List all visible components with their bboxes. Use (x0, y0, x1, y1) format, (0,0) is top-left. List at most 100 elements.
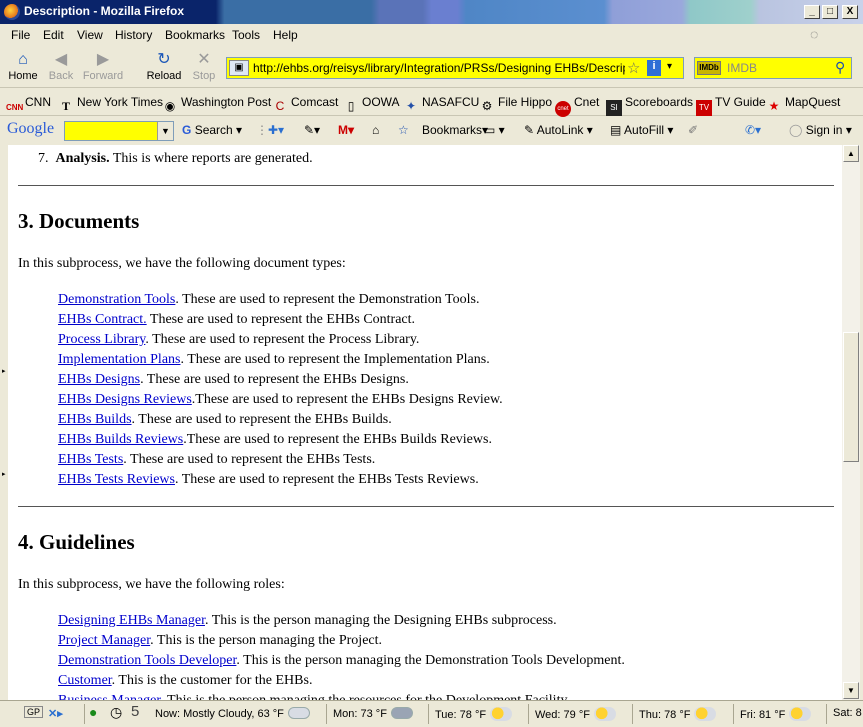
bookmark-comcast[interactable]: C Comcast (272, 95, 339, 114)
scroll-up-arrow-icon[interactable]: ▲ (843, 145, 859, 162)
search-icon[interactable]: ⚲ (835, 59, 845, 76)
role-link[interactable]: Customer (58, 673, 112, 688)
bookmark-mapquest[interactable]: ★ MapQuest (766, 95, 841, 114)
weather-thu-label: Thu: 78 °F (639, 709, 691, 721)
plus-icon[interactable]: ✚▾ (268, 123, 284, 137)
document-type-link[interactable]: Implementation Plans (58, 352, 180, 367)
role-link[interactable]: Demonstration Tools Developer (58, 653, 236, 668)
document-type-link[interactable]: EHBs Contract. (58, 312, 147, 327)
document-type-link[interactable]: Process Library (58, 332, 145, 347)
nyt-icon: T (61, 99, 70, 113)
url-input[interactable]: http://ehbs.org/reisys/library/Integrati… (253, 61, 625, 75)
google-bookmarks-button[interactable]: Bookmarks▾ (422, 123, 488, 137)
info-icon[interactable]: i (647, 60, 661, 76)
google-search-input[interactable]: ▼ (64, 121, 174, 141)
menu-tools[interactable]: Tools (232, 28, 260, 42)
document-type-item: Implementation Plans. These are used to … (58, 350, 818, 370)
address-bar[interactable]: ▣ http://ehbs.org/reisys/library/Integra… (226, 57, 684, 79)
bookmark-cnn[interactable]: CNN CNN (6, 95, 51, 116)
menu-view[interactable]: View (77, 28, 103, 42)
pen-icon[interactable]: ✐ (688, 123, 698, 137)
search-box[interactable]: IMDb IMDB ⚲ (694, 57, 852, 79)
scrollbar-thumb[interactable] (843, 332, 859, 462)
home-icon: ⌂ (18, 51, 28, 68)
reload-button[interactable]: ↻ Reload (144, 50, 184, 82)
document-type-link[interactable]: EHBs Designs Reviews (58, 392, 192, 407)
clock-icon[interactable]: ◷ (110, 704, 122, 721)
document-type-link[interactable]: EHBs Tests (58, 452, 123, 467)
form-icon: ▤ (610, 123, 622, 137)
google-logo: Google (7, 120, 55, 137)
menu-bar: File Edit View History Bookmarks Tools H… (0, 24, 863, 46)
menu-file[interactable]: File (11, 28, 30, 42)
document-type-item: EHBs Designs Reviews.These are used to r… (58, 390, 818, 410)
google-search-button[interactable]: G Search ▾ (182, 123, 242, 137)
bank-icon[interactable]: ⌂ (372, 123, 379, 137)
site-identity-icon[interactable]: ▣ (229, 60, 249, 76)
bookmark-scoreboards[interactable]: SI Scoreboards (606, 95, 693, 116)
section-intro: In this subprocess, we have the followin… (18, 256, 346, 271)
close-button[interactable]: X (842, 5, 858, 19)
gp-badge[interactable]: GP (24, 706, 44, 718)
textbox-icon[interactable]: ▭ ▾ (484, 123, 505, 137)
role-link[interactable]: Business Manager (58, 693, 160, 700)
stop-button[interactable]: ✕ Stop (188, 50, 220, 82)
forward-button[interactable]: ▶ Forward (80, 50, 126, 82)
weather-tue[interactable]: Tue: 78 °F (435, 707, 513, 721)
scroll-down-arrow-icon[interactable]: ▼ (843, 682, 859, 699)
document-type-link[interactable]: Demonstration Tools (58, 292, 175, 307)
minimize-button[interactable]: _ (804, 5, 820, 19)
bookmark-label: MapQuest (785, 95, 841, 109)
wrench-icon[interactable]: ✆▾ (745, 123, 761, 137)
autolink-button[interactable]: ✎ AutoLink ▾ (524, 123, 593, 137)
document-type-link[interactable]: EHBs Builds Reviews (58, 432, 183, 447)
gmail-icon[interactable]: M▾ (338, 123, 354, 137)
bookmark-washington-post[interactable]: ◉ Washington Post (162, 95, 272, 114)
role-link[interactable]: Project Manager (58, 633, 150, 648)
addon-x-icon[interactable]: ✕▸ (48, 707, 63, 720)
count-badge: 5 (131, 703, 140, 720)
weather-mon[interactable]: Mon: 73 °F (333, 707, 413, 720)
chevron-down-icon[interactable]: ▼ (157, 122, 173, 140)
tag-icon[interactable]: ✎▾ (304, 123, 320, 137)
search-input[interactable]: IMDB (727, 61, 757, 75)
sign-in-button[interactable]: ◯ Sign in ▾ (789, 123, 852, 137)
autofill-button[interactable]: ▤ AutoFill ▾ (610, 123, 673, 137)
menu-edit[interactable]: Edit (43, 28, 64, 42)
weather-wed[interactable]: Wed: 79 °F (535, 707, 616, 721)
bookmark-tv-guide[interactable]: TV TV Guide (696, 95, 766, 116)
cnet-icon: cnet (555, 101, 571, 117)
weather-now[interactable]: Now: Mostly Cloudy, 63 °F (155, 707, 310, 720)
bookmark-new-york-times[interactable]: T New York Times (58, 95, 163, 114)
reload-icon: ↻ (157, 51, 171, 68)
role-link[interactable]: Designing EHBs Manager (58, 613, 205, 628)
vertical-scrollbar[interactable]: ▲ ▼ (842, 145, 860, 700)
role-item: Business Manager. This is the person man… (58, 691, 818, 700)
menu-bookmarks[interactable]: Bookmarks (165, 28, 225, 42)
maximize-button[interactable]: □ (822, 5, 838, 19)
bookmark-nasafcu[interactable]: ✦ NASAFCU (403, 95, 479, 114)
bookmark-cnet[interactable]: cnet Cnet (555, 95, 599, 117)
bookmark-star-icon[interactable]: ☆ (627, 59, 640, 77)
document-type-link[interactable]: EHBs Tests Reviews (58, 472, 175, 487)
bookmark-oowa[interactable]: ▯ OOWA (343, 95, 400, 114)
document-type-description: . These are used to represent the Implem… (180, 352, 490, 367)
green-status-icon[interactable]: ● (89, 704, 97, 720)
home-button[interactable]: ⌂ Home (6, 50, 40, 82)
document-type-description: . These are used to represent the Demons… (175, 292, 480, 307)
list-item: 7. Analysis. This is where reports are g… (38, 151, 313, 167)
bookmark-file-hippo[interactable]: ⚙ File Hippo (479, 95, 552, 114)
weather-sat[interactable]: Sat: 8 (833, 707, 862, 719)
document-type-link[interactable]: EHBs Builds (58, 412, 132, 427)
back-button[interactable]: ◀ Back (44, 50, 78, 82)
weather-fri[interactable]: Fri: 81 °F (740, 707, 812, 721)
role-item: Demonstration Tools Developer. This is t… (58, 651, 818, 671)
search-engine-imdb-icon[interactable]: IMDb (697, 61, 721, 75)
url-dropdown-icon[interactable]: ▾ (667, 61, 672, 72)
menu-help[interactable]: Help (273, 28, 298, 42)
menu-history[interactable]: History (115, 28, 152, 42)
document-type-link[interactable]: EHBs Designs (58, 372, 140, 387)
bookmark-star-outline-icon[interactable]: ☆ (398, 123, 409, 137)
weather-thu[interactable]: Thu: 78 °F (639, 707, 717, 721)
sidebar-splitter[interactable]: ▸ ▸ (0, 145, 8, 700)
